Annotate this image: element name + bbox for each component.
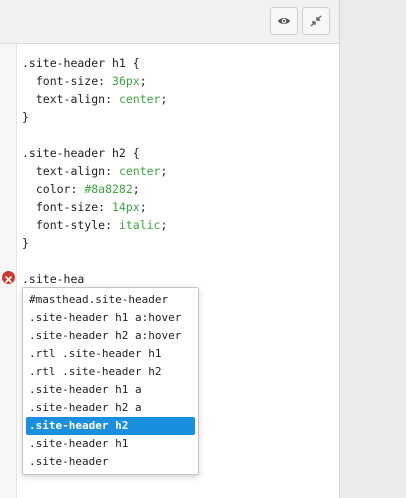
css-value: center xyxy=(118,92,161,106)
css-value: italic xyxy=(118,218,161,232)
autocomplete-item-selected[interactable]: .site-header h2 xyxy=(26,417,195,435)
autocomplete-item[interactable]: .site-header h1 xyxy=(23,435,198,453)
css-value: #8a8282 xyxy=(84,182,133,196)
code-text: ; xyxy=(132,182,140,196)
code-text: font-style: xyxy=(22,218,119,232)
code-text: ; xyxy=(160,92,168,106)
collapse-button[interactable] xyxy=(302,7,330,35)
code-line: .site-hea xyxy=(22,270,167,288)
css-value: 14px xyxy=(112,200,140,214)
code-text: ; xyxy=(160,218,168,232)
css-value: center xyxy=(118,164,161,178)
collapse-icon xyxy=(310,15,322,27)
autocomplete-item[interactable]: #masthead.site-header xyxy=(23,291,198,309)
code-line: font-size: 36px; xyxy=(22,72,167,90)
code-line: .site-header h1 { xyxy=(22,54,167,72)
code-text: ; xyxy=(139,74,147,88)
code-area[interactable]: .site-header h1 { font-size: 36px; text-… xyxy=(22,54,167,288)
preview-button[interactable] xyxy=(270,7,298,35)
code-text: font-size: xyxy=(22,200,113,214)
editor-toolbar xyxy=(0,0,339,44)
code-line: } xyxy=(22,234,167,252)
code-text: text-align: xyxy=(22,92,119,106)
code-text: .site-header h1 { xyxy=(22,56,140,70)
autocomplete-item[interactable]: .site-header h1 a xyxy=(23,381,198,399)
autocomplete-item[interactable]: .site-header h2 a:hover xyxy=(23,327,198,345)
code-text: ; xyxy=(160,164,168,178)
code-text: text-align: xyxy=(22,164,119,178)
code-text: } xyxy=(22,110,29,124)
autocomplete-item[interactable]: .rtl .site-header h2 xyxy=(23,363,198,381)
code-line: font-size: 14px; xyxy=(22,198,167,216)
code-line: font-style: italic; xyxy=(22,216,168,234)
autocomplete-item[interactable]: .rtl .site-header h1 xyxy=(23,345,198,363)
autocomplete-item[interactable]: .site-header h2 a xyxy=(23,399,198,417)
css-editor-panel: .site-header h1 { font-size: 36px; text-… xyxy=(0,0,339,498)
code-text: .site-header h2 { xyxy=(22,146,140,160)
eye-icon xyxy=(278,18,290,24)
code-line: text-align: center; xyxy=(22,162,168,180)
code-text: .site-hea xyxy=(22,272,85,286)
autocomplete-item[interactable]: .site-header h1 a:hover xyxy=(23,309,198,327)
code-line: text-align: center; xyxy=(22,90,168,108)
code-text: } xyxy=(22,236,29,250)
error-icon xyxy=(2,271,15,284)
preview-pane-edge xyxy=(339,0,406,498)
code-line: .site-header h2 { xyxy=(22,144,167,162)
autocomplete-item[interactable]: .site-header xyxy=(23,453,198,471)
code-line: } xyxy=(22,108,167,126)
code-text: ; xyxy=(139,200,147,214)
css-value: 36px xyxy=(112,74,140,88)
autocomplete-dropdown: #masthead.site-header .site-header h1 a:h… xyxy=(22,287,199,475)
code-line: color: #8a8282; xyxy=(22,180,167,198)
code-text: font-size: xyxy=(22,74,113,88)
code-text: color: xyxy=(22,182,85,196)
